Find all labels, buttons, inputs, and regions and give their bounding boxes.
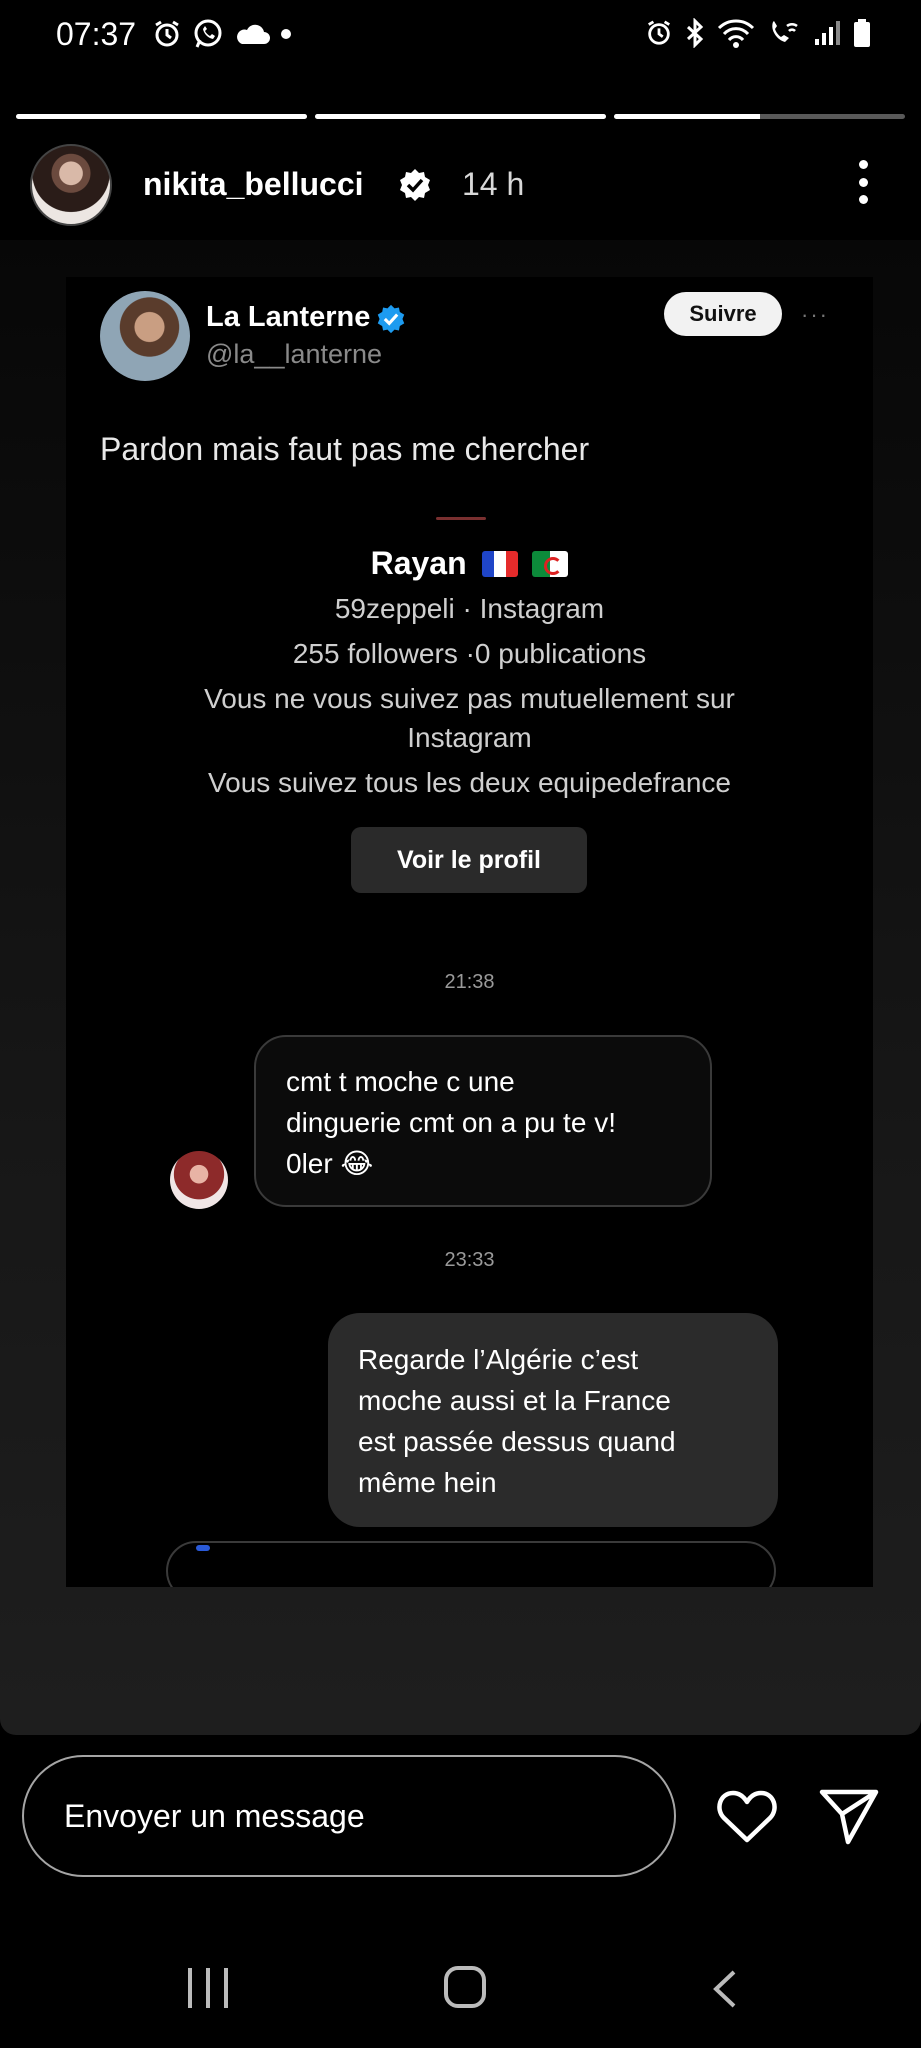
battery-icon xyxy=(853,18,871,48)
message-input[interactable]: Envoyer un message xyxy=(22,1755,676,1877)
message-line: est passée dessus quand xyxy=(358,1426,676,1457)
message-line: dinguerie cmt on a pu te v! xyxy=(286,1107,616,1138)
ig-account-line: 59zeppeli · Instagram xyxy=(334,593,605,624)
story-time-ago: 14 h xyxy=(462,166,525,202)
verified-badge-icon xyxy=(400,169,430,201)
story-username[interactable]: nikita_bellucci xyxy=(143,166,364,203)
status-time: 07:37 xyxy=(56,16,137,52)
message-timestamp: 23:33 xyxy=(444,1249,495,1271)
cropped-message-input xyxy=(166,1541,776,1587)
send-icon[interactable] xyxy=(818,1786,880,1846)
story-progress-bar xyxy=(16,114,905,119)
message-line: moche aussi et la France xyxy=(358,1385,671,1416)
story-progress-segment xyxy=(614,114,905,119)
home-icon[interactable] xyxy=(444,1966,486,2008)
wifi-icon xyxy=(717,18,755,48)
signal-icon xyxy=(813,19,841,47)
message-line: 0ler 😂 xyxy=(286,1148,374,1179)
algeria-flag-icon xyxy=(532,551,569,577)
verified-badge-icon xyxy=(377,304,405,334)
whatsapp-icon xyxy=(192,18,224,50)
alarm-icon xyxy=(152,19,182,49)
tweet-text: Pardon mais faut pas me chercher xyxy=(100,431,590,467)
message-timestamp: 21:38 xyxy=(444,971,495,993)
france-flag-icon xyxy=(481,551,518,577)
divider xyxy=(436,517,486,520)
status-right-icons xyxy=(645,18,871,48)
message-line: cmt t moche c une xyxy=(286,1066,515,1097)
story-progress-segment xyxy=(315,114,606,119)
story-progress-segment xyxy=(16,114,307,119)
sender-avatar xyxy=(170,1151,228,1209)
tweet-author-name: La Lanterne xyxy=(206,301,371,333)
bluetooth-icon xyxy=(685,18,705,48)
cloud-icon xyxy=(234,22,270,46)
ig-profile-name-text: Rayan xyxy=(370,545,467,581)
ig-common-line: Vous suivez tous les deux equipedefrance xyxy=(207,767,732,798)
ig-mutual-line: Vous ne vous suivez pas mutuellement sur xyxy=(204,683,735,714)
status-left-icons xyxy=(152,18,292,50)
wifi-calling-icon xyxy=(767,18,801,48)
system-navigation-bar xyxy=(0,1930,921,2048)
status-bar: 07:37 xyxy=(0,0,921,70)
outgoing-message-bubble: Regarde l’Algérie c’est moche aussi et l… xyxy=(328,1313,778,1527)
shared-post-image: La Lanterne @la__lanterne Suivre ··· Par… xyxy=(66,277,873,1587)
tweet-author-handle: @la__lanterne xyxy=(206,339,383,369)
recent-apps-icon[interactable] xyxy=(188,1968,228,2008)
tweet-author-avatar xyxy=(100,291,190,381)
back-icon[interactable] xyxy=(710,1968,740,2010)
story-header: nikita_bellucci 14 h xyxy=(0,140,921,230)
message-line: même hein xyxy=(358,1467,497,1498)
alarm-icon xyxy=(645,19,673,47)
message-line: Regarde l’Algérie c’est xyxy=(358,1344,639,1375)
ig-mutual-line: Instagram xyxy=(407,722,532,753)
ig-stats-line: 255 followers ·0 publications xyxy=(292,638,647,669)
story-user-avatar[interactable] xyxy=(30,144,112,226)
incoming-message-bubble: cmt t moche c une dinguerie cmt on a pu … xyxy=(254,1035,712,1207)
more-options-icon[interactable] xyxy=(853,160,873,204)
tweet-more-icon: ··· xyxy=(801,302,829,327)
heart-icon[interactable] xyxy=(716,1788,778,1844)
view-profile-button: Voir le profil xyxy=(351,827,587,893)
follow-button: Suivre xyxy=(664,292,782,336)
ig-profile-name: Rayan xyxy=(66,545,873,582)
dot-icon xyxy=(280,28,292,40)
message-input-placeholder: Envoyer un message xyxy=(64,1797,365,1834)
